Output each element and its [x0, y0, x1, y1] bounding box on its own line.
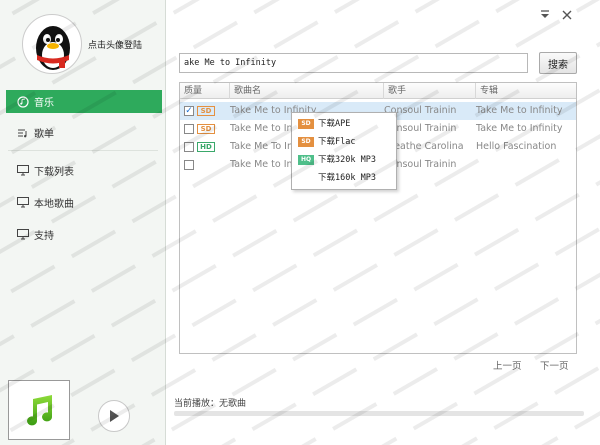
column-header-quality[interactable]: 质量 — [180, 83, 230, 99]
close-button[interactable] — [560, 8, 574, 22]
row-checkbox[interactable]: ✓ — [184, 106, 194, 116]
playlist-icon — [16, 127, 30, 139]
row-checkbox[interactable] — [184, 124, 194, 134]
sidebar-item-support[interactable]: 支持 — [6, 223, 162, 246]
sidebar-item-label: 歌单 — [34, 129, 54, 140]
album-name: Hello Fascination — [476, 141, 557, 152]
row-checkbox[interactable] — [184, 142, 194, 152]
progress-bar[interactable] — [174, 411, 584, 416]
sidebar-item-label: 下载列表 — [34, 167, 74, 178]
sd-badge-icon: SD — [298, 137, 314, 147]
sidebar-item-music[interactable]: 音乐 — [6, 90, 162, 113]
monitor-icon — [16, 197, 30, 209]
next-page-link[interactable]: 下一页 — [540, 358, 569, 372]
search-input[interactable] — [179, 53, 528, 73]
music-note-icon — [27, 395, 52, 426]
play-button[interactable] — [98, 400, 130, 432]
login-prompt[interactable]: 点击头像登陆 — [88, 38, 142, 51]
menu-dropdown-button[interactable] — [538, 8, 552, 22]
column-header-album[interactable]: 专辑 — [476, 83, 576, 99]
column-header-song[interactable]: 歌曲名 — [230, 83, 384, 99]
now-playing-label: 当前播放：无歌曲 — [174, 399, 247, 409]
row-checkbox[interactable] — [184, 160, 194, 170]
sidebar-item-downloads[interactable]: 下载列表 — [6, 159, 162, 182]
sidebar-item-playlist[interactable]: 歌单 — [6, 121, 162, 144]
hq-badge-icon: HQ — [298, 155, 314, 165]
album-name: Take Me to Infinity — [476, 123, 563, 134]
menu-item-label: 下载320k MP3 — [318, 155, 376, 165]
menu-item-label: 下载Flac — [318, 137, 356, 147]
monitor-icon — [16, 229, 30, 241]
main-panel: 搜索 质量 歌曲名 歌手 专辑 ✓ SD Take Me to Infinity… — [166, 0, 600, 445]
menu-item-download-160k[interactable]: 下载160k MP3 — [292, 169, 396, 187]
sidebar-item-label: 支持 — [34, 231, 54, 242]
album-name: Take Me to Infinity — [476, 105, 563, 116]
monitor-icon — [16, 165, 30, 177]
column-header-artist[interactable]: 歌手 — [384, 83, 476, 99]
sidebar-item-label: 本地歌曲 — [34, 199, 74, 210]
download-context-menu: SD 下载APE SD 下载Flac HQ 下载320k MP3 下载160k … — [291, 112, 397, 190]
qq-penguin-avatar[interactable] — [22, 14, 82, 74]
sd-badge-icon: SD — [298, 119, 314, 129]
prev-page-link[interactable]: 上一页 — [493, 358, 522, 372]
quality-badge: SD — [197, 124, 215, 134]
search-button[interactable]: 搜索 — [539, 52, 577, 74]
table-header: 质量 歌曲名 歌手 专辑 — [180, 83, 576, 99]
close-icon — [562, 10, 572, 20]
sidebar-item-local-songs[interactable]: 本地歌曲 — [6, 191, 162, 214]
menu-item-label: 下载160k MP3 — [318, 173, 376, 183]
menu-item-download-ape[interactable]: SD 下载APE — [292, 115, 396, 133]
quality-badge: HD — [197, 142, 215, 152]
album-art — [8, 380, 70, 440]
menu-item-label: 下载APE — [318, 119, 351, 129]
music-icon — [16, 95, 30, 108]
sidebar-divider — [8, 150, 158, 151]
play-icon — [110, 410, 119, 422]
sidebar-item-label: 音乐 — [34, 98, 54, 109]
menu-item-download-flac[interactable]: SD 下载Flac — [292, 133, 396, 151]
sidebar: 点击头像登陆 音乐 歌单 下载列表 本地歌曲 支持 — [0, 0, 166, 445]
quality-badge: SD — [197, 106, 215, 116]
menu-item-download-320k[interactable]: HQ 下载320k MP3 — [292, 151, 396, 169]
menu-chevron-icon — [541, 10, 549, 18]
